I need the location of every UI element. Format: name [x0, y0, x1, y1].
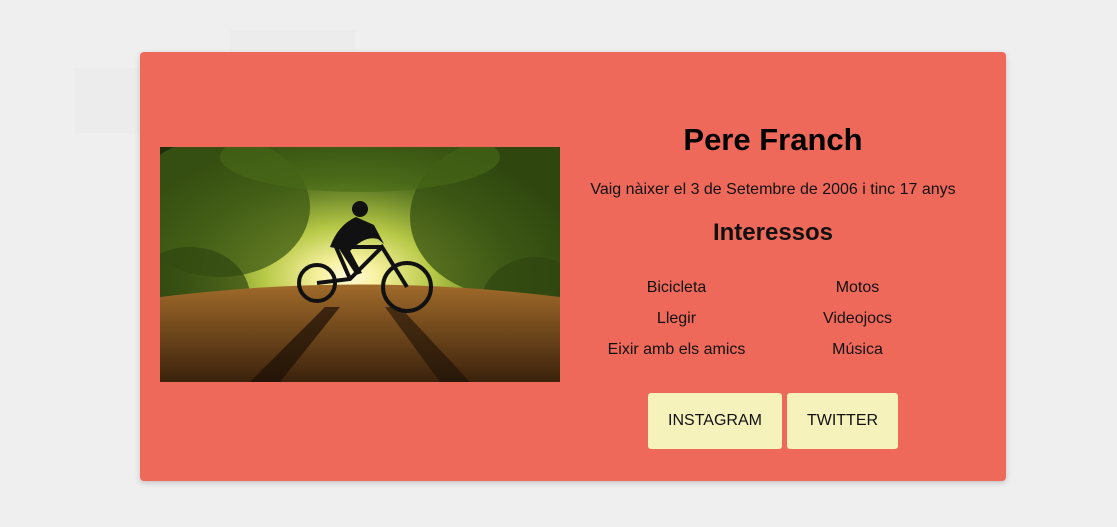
- interests-heading: Interessos: [712, 219, 834, 246]
- twitter-button[interactable]: TWITTER: [787, 393, 898, 449]
- interest-item: Videojocs: [822, 310, 893, 327]
- profile-info: Pere Franch Vaig nàixer el 3 de Setembre…: [580, 52, 966, 481]
- profile-bio: Vaig nàixer el 3 de Setembre de 2006 i t…: [590, 181, 956, 198]
- interest-item: Eixir amb els amics: [607, 341, 746, 358]
- interest-item: Llegir: [656, 310, 697, 327]
- profile-name: Pere Franch: [683, 122, 863, 157]
- mountain-biker-photo: [160, 147, 560, 382]
- profile-card: Pere Franch Vaig nàixer el 3 de Setembre…: [140, 52, 1006, 481]
- interest-item: Bicicleta: [646, 279, 707, 296]
- instagram-button[interactable]: INSTAGRAM: [648, 393, 782, 449]
- interest-item: Música: [832, 341, 883, 358]
- interest-item: Motos: [835, 279, 880, 296]
